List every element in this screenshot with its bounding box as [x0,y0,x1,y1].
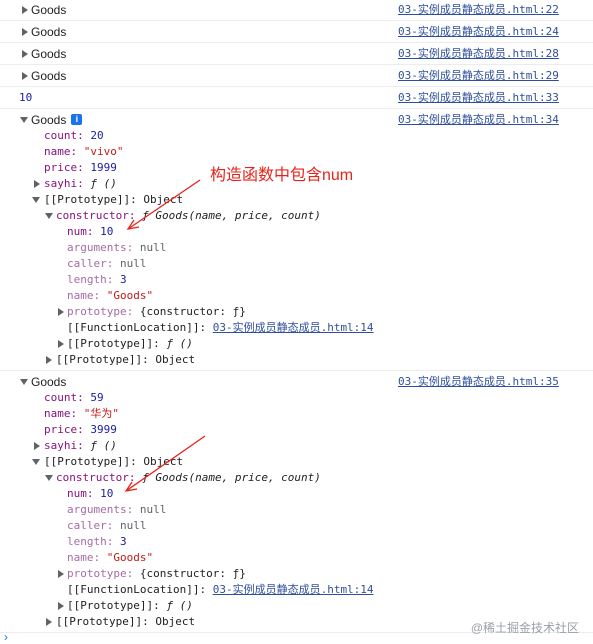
annotation-arrows [124,179,206,492]
console-prompt-icon[interactable]: › [4,630,8,644]
arrow-icon [126,179,201,230]
arrow-icon [124,435,206,492]
watermark: @稀土掘金技术社区 [470,621,579,635]
